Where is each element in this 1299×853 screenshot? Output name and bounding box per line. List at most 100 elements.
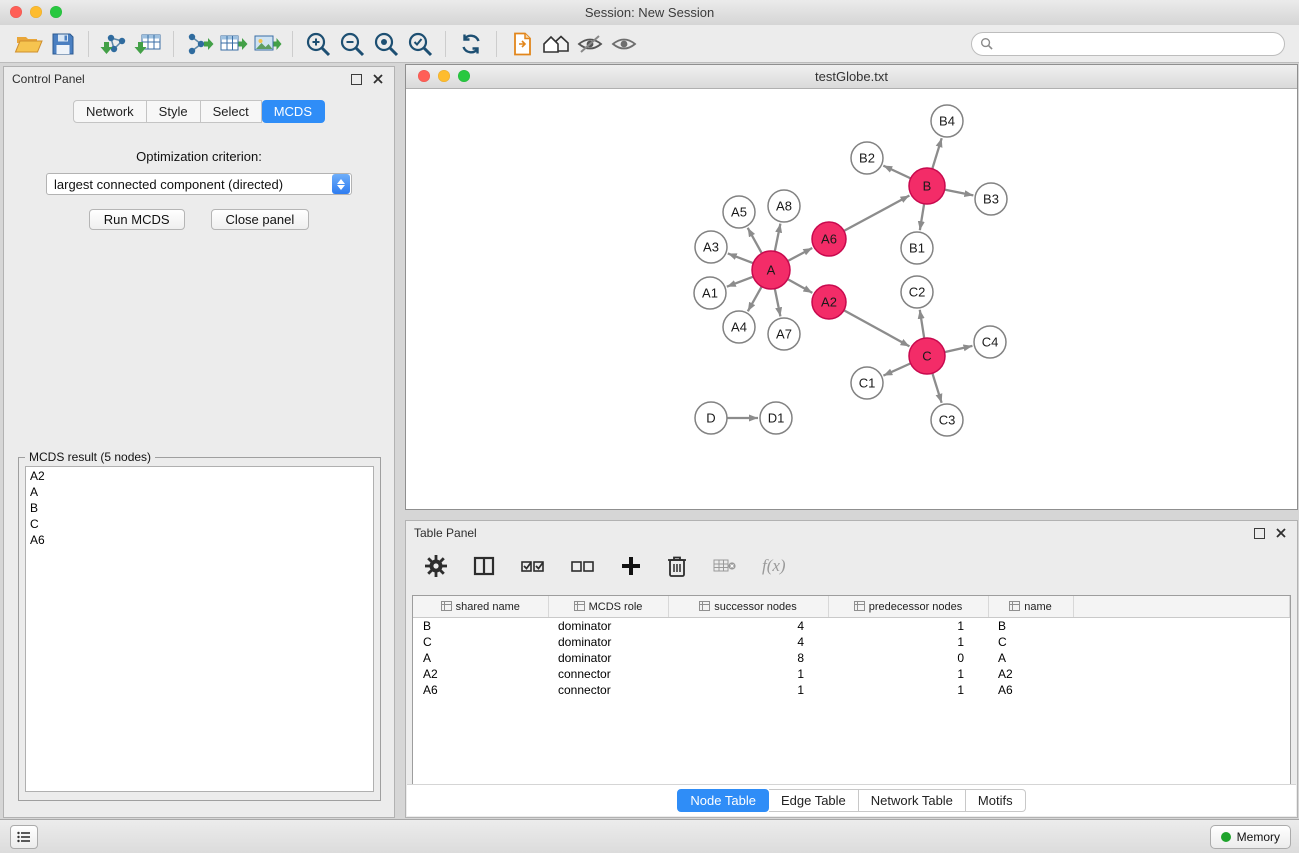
table-cell[interactable]: B <box>413 618 548 635</box>
graph-node-A3[interactable]: A3 <box>695 231 727 263</box>
show-graphics-details-icon[interactable] <box>607 28 641 60</box>
delete-column-trash-icon[interactable] <box>666 554 688 578</box>
table-row[interactable]: A2connector11A2 <box>413 666 1290 682</box>
tab-node-table[interactable]: Node Table <box>677 789 769 812</box>
graph-edge-B-B2[interactable] <box>883 166 910 179</box>
graph-edge-C-C2[interactable] <box>920 310 924 338</box>
graph-node-B[interactable]: B <box>909 168 945 204</box>
table-row[interactable]: A6connector11A6 <box>413 682 1290 698</box>
table-cell[interactable]: 1 <box>828 682 988 698</box>
graph-node-A5[interactable]: A5 <box>723 196 755 228</box>
tab-network[interactable]: Network <box>73 100 147 123</box>
memory-button[interactable]: Memory <box>1210 825 1291 849</box>
table-cell[interactable]: 1 <box>668 666 828 682</box>
table-cell[interactable]: 1 <box>828 618 988 635</box>
function-builder-icon[interactable]: f(x) <box>762 556 786 576</box>
table-cell[interactable]: 1 <box>828 666 988 682</box>
graph-node-C1[interactable]: C1 <box>851 367 883 399</box>
graph-edge-B-B4[interactable] <box>932 138 941 169</box>
graph-node-B2[interactable]: B2 <box>851 142 883 174</box>
graph-edge-A-A6[interactable] <box>788 248 812 261</box>
close-panel-button[interactable]: Close panel <box>211 209 310 230</box>
search-box[interactable] <box>971 32 1285 56</box>
tab-motifs[interactable]: Motifs <box>966 789 1026 812</box>
first-neighbors-document-icon[interactable] <box>505 28 539 60</box>
table-cell[interactable]: 4 <box>668 618 828 635</box>
table-cell[interactable]: 4 <box>668 634 828 650</box>
open-session-icon[interactable] <box>12 28 46 60</box>
graph-edge-A6-B[interactable] <box>844 196 909 231</box>
table-cell[interactable]: A <box>413 650 548 666</box>
export-network-icon[interactable] <box>182 28 216 60</box>
graph-node-A8[interactable]: A8 <box>768 190 800 222</box>
save-session-icon[interactable] <box>46 28 80 60</box>
table-cell[interactable]: 0 <box>828 650 988 666</box>
graph-node-A6[interactable]: A6 <box>812 222 846 256</box>
graph-edge-A-A5[interactable] <box>748 228 762 254</box>
import-table-icon[interactable] <box>131 28 165 60</box>
table-cell[interactable]: A6 <box>413 682 548 698</box>
table-cell[interactable]: C <box>413 634 548 650</box>
show-columns-icon[interactable] <box>472 554 496 578</box>
table-cell[interactable]: A2 <box>988 666 1073 682</box>
table-cell[interactable]: A2 <box>413 666 548 682</box>
graph-edge-A-A7[interactable] <box>775 289 781 317</box>
table-cell[interactable]: 8 <box>668 650 828 666</box>
mcds-result-item[interactable]: A6 <box>26 532 373 548</box>
column-header-successor-nodes[interactable]: successor nodes <box>668 596 828 618</box>
mcds-result-list[interactable]: A2ABCA6 <box>25 466 374 792</box>
float-panel-icon[interactable] <box>348 71 364 87</box>
apply-layout-refresh-icon[interactable] <box>454 28 488 60</box>
export-image-icon[interactable] <box>250 28 284 60</box>
zoom-fit-icon[interactable] <box>369 28 403 60</box>
table-cell[interactable]: connector <box>548 666 668 682</box>
zoom-selected-icon[interactable] <box>403 28 437 60</box>
zoom-out-icon[interactable] <box>335 28 369 60</box>
graph-node-D[interactable]: D <box>695 402 727 434</box>
deselect-all-icon[interactable] <box>570 554 596 578</box>
graph-node-C[interactable]: C <box>909 338 945 374</box>
tab-select[interactable]: Select <box>201 100 262 123</box>
float-table-panel-icon[interactable] <box>1251 525 1267 541</box>
network-graph[interactable]: B4B2BB3A5A8A6B1A3AA1C2A2A4A7C4CC1C3DD1 <box>406 88 1297 509</box>
column-header-predecessor-nodes[interactable]: predecessor nodes <box>828 596 988 618</box>
graph-edge-A2-C[interactable] <box>844 310 910 346</box>
graph-node-C4[interactable]: C4 <box>974 326 1006 358</box>
add-column-plus-icon[interactable] <box>620 555 642 577</box>
graph-node-C2[interactable]: C2 <box>901 276 933 308</box>
run-mcds-button[interactable]: Run MCDS <box>89 209 185 230</box>
graph-edge-B-B3[interactable] <box>945 190 974 196</box>
graph-node-A7[interactable]: A7 <box>768 318 800 350</box>
graph-edge-A-A2[interactable] <box>788 279 813 293</box>
graph-edge-A-A8[interactable] <box>775 224 781 252</box>
column-header-shared-name[interactable]: shared name <box>413 596 548 618</box>
table-cell[interactable]: dominator <box>548 634 668 650</box>
hide-graphics-details-icon[interactable] <box>573 28 607 60</box>
network-canvas[interactable]: B4B2BB3A5A8A6B1A3AA1C2A2A4A7C4CC1C3DD1 <box>406 88 1297 509</box>
table-cell[interactable]: connector <box>548 682 668 698</box>
table-cell[interactable]: A <box>988 650 1073 666</box>
table-cell[interactable]: 1 <box>828 634 988 650</box>
graph-node-C3[interactable]: C3 <box>931 404 963 436</box>
column-header-MCDS-role[interactable]: MCDS role <box>548 596 668 618</box>
table-row[interactable]: Adominator80A <box>413 650 1290 666</box>
tab-mcds[interactable]: MCDS <box>262 100 325 123</box>
select-all-icon[interactable] <box>520 554 546 578</box>
table-cell[interactable]: 1 <box>668 682 828 698</box>
table-cell[interactable]: A6 <box>988 682 1073 698</box>
graph-edge-A-A4[interactable] <box>748 287 762 312</box>
graph-edge-C-C4[interactable] <box>945 346 973 352</box>
graph-node-B4[interactable]: B4 <box>931 105 963 137</box>
graph-edge-C-C1[interactable] <box>883 363 910 375</box>
mcds-result-item[interactable]: A2 <box>26 468 373 484</box>
table-cell[interactable]: C <box>988 634 1073 650</box>
graph-node-A2[interactable]: A2 <box>812 285 846 319</box>
tab-network-table[interactable]: Network Table <box>859 789 966 812</box>
column-header-name[interactable]: name <box>988 596 1073 618</box>
table-cell[interactable]: dominator <box>548 650 668 666</box>
export-table-icon[interactable] <box>216 28 250 60</box>
import-network-icon[interactable] <box>97 28 131 60</box>
graph-edge-A-A1[interactable] <box>727 277 753 287</box>
network-window-titlebar[interactable]: testGlobe.txt <box>406 65 1297 89</box>
graph-node-A4[interactable]: A4 <box>723 311 755 343</box>
